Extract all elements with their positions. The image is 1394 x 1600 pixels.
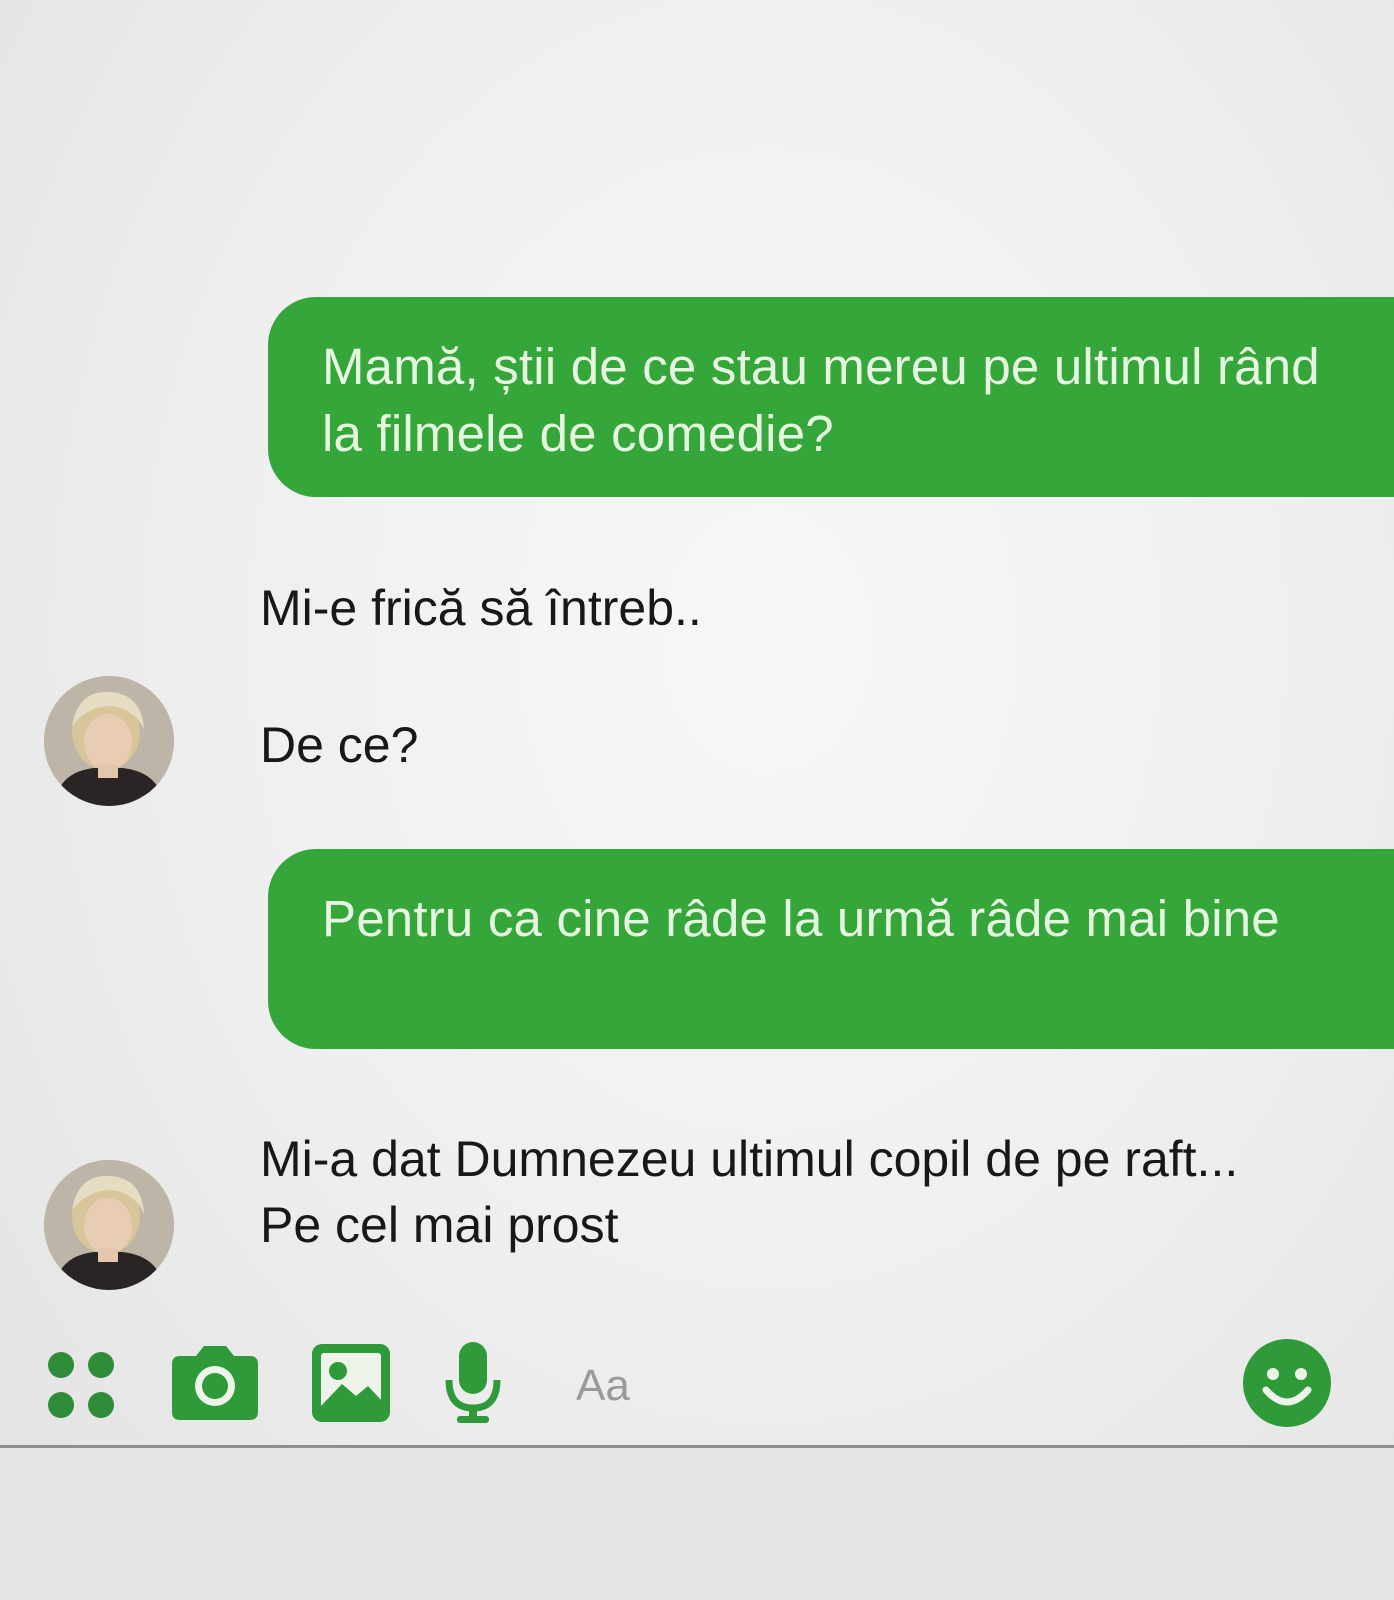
message-text: Mi-a dat Dumnezeu ultimul copil de pe ra… <box>260 1131 1239 1253</box>
apps-icon[interactable] <box>46 1350 116 1420</box>
incoming-message[interactable]: Mi-a dat Dumnezeu ultimul copil de pe ra… <box>260 1126 1260 1258</box>
emoji-icon[interactable] <box>1242 1338 1332 1428</box>
microphone-icon[interactable] <box>445 1342 501 1426</box>
incoming-message[interactable]: Mi-e frică să întreb.. <box>260 575 702 641</box>
bottom-area <box>0 1448 1394 1600</box>
outgoing-message-bubble[interactable]: Mamă, știi de ce stau mereu pe ultimul r… <box>268 297 1394 497</box>
message-text: Mamă, știi de ce stau mereu pe ultimul r… <box>322 338 1320 462</box>
message-text: Mi-e frică să întreb.. <box>260 580 702 636</box>
message-composer: Aa <box>0 1330 1394 1444</box>
camera-icon[interactable] <box>172 1344 258 1420</box>
contact-avatar[interactable] <box>44 1160 174 1290</box>
message-text: Pentru ca cine râde la urmă râde mai bin… <box>322 890 1280 947</box>
message-text: De ce? <box>260 717 419 773</box>
outgoing-message-bubble[interactable]: Pentru ca cine râde la urmă râde mai bin… <box>268 849 1394 1049</box>
chat-screen: Mamă, știi de ce stau mereu pe ultimul r… <box>0 0 1394 1600</box>
contact-avatar[interactable] <box>44 676 174 806</box>
avatar-photo <box>44 676 174 806</box>
image-icon[interactable] <box>312 1344 390 1422</box>
message-input[interactable]: Aa <box>576 1358 630 1414</box>
incoming-message[interactable]: De ce? <box>260 712 418 778</box>
avatar-photo <box>44 1160 174 1290</box>
